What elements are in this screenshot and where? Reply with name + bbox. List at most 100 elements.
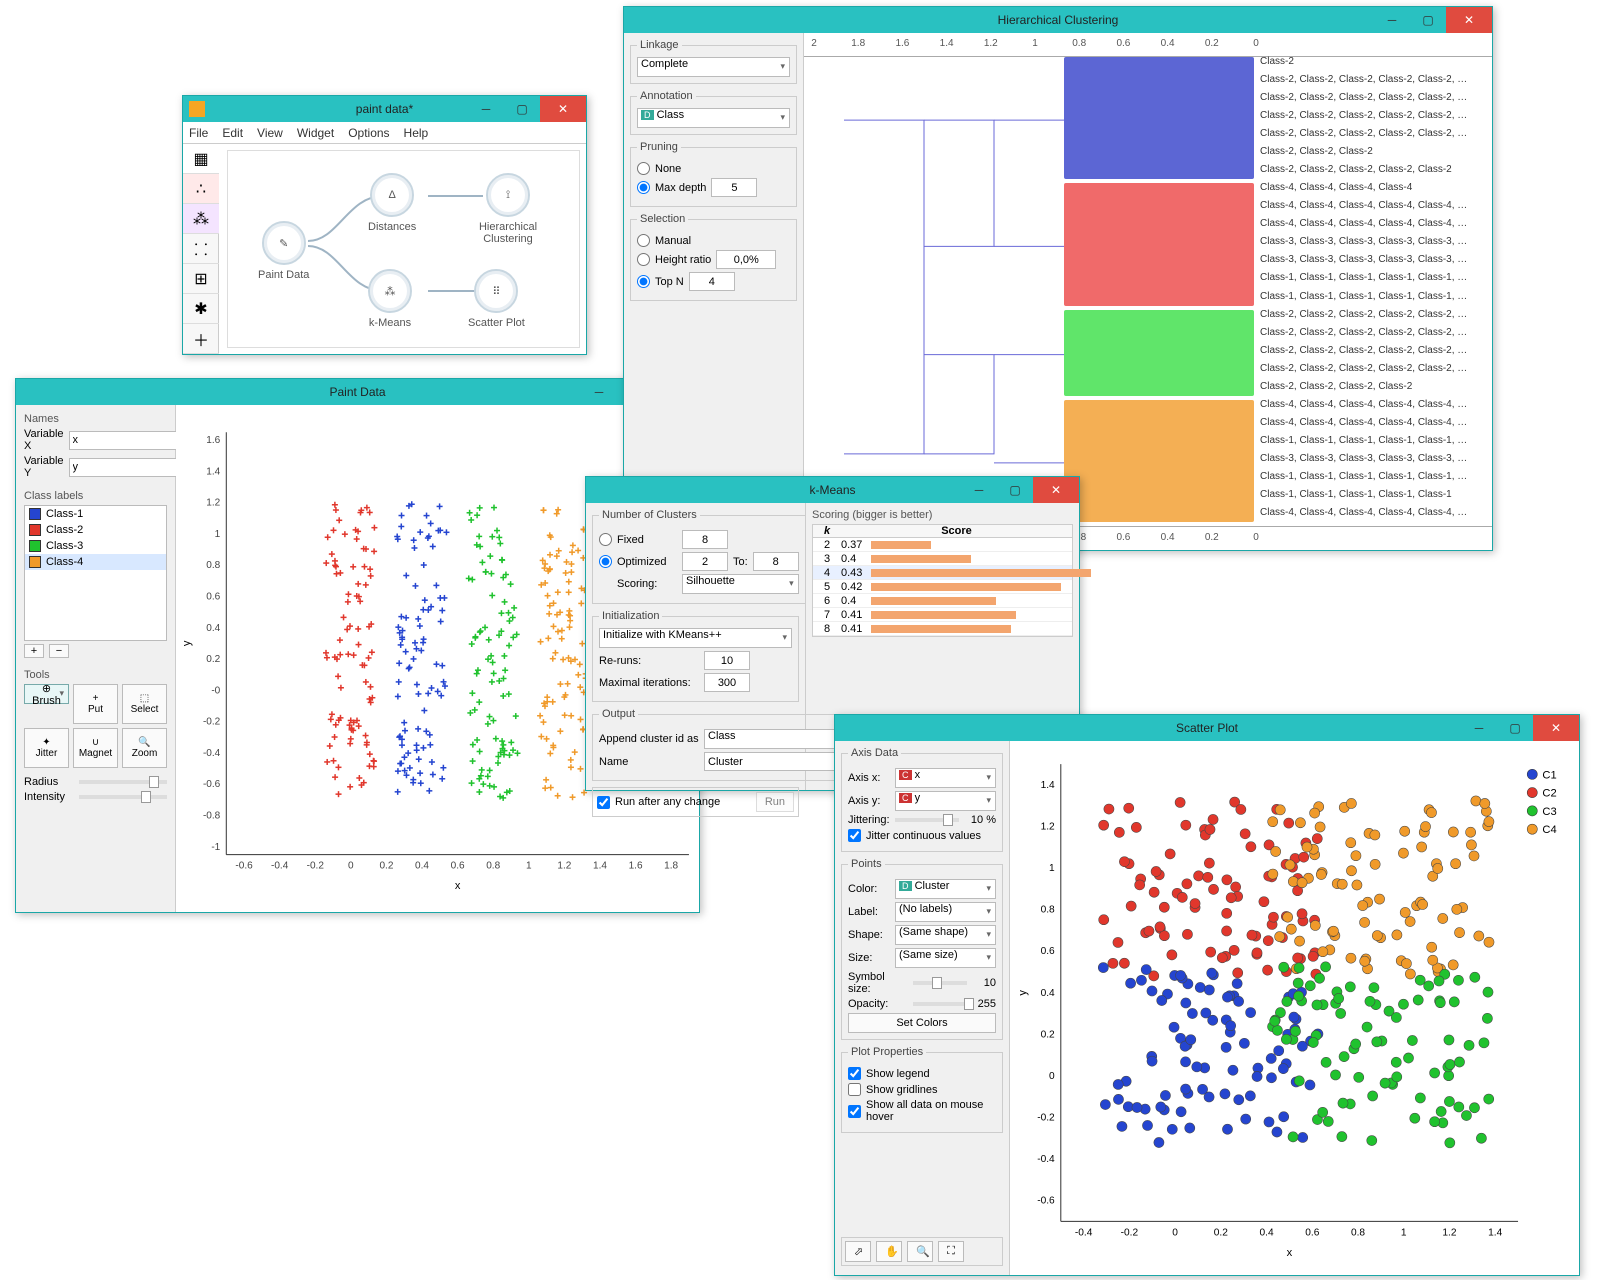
dendrogram[interactable]: 21.81.61.41.210.80.60.40.20 Class-2Class…: [804, 33, 1492, 550]
sel-hr-radio[interactable]: [637, 253, 650, 266]
showhover-check[interactable]: [848, 1105, 861, 1118]
optimized-radio[interactable]: [599, 555, 612, 568]
opt-to-input[interactable]: [753, 552, 799, 571]
score-row[interactable]: 4 0.43: [813, 566, 1072, 580]
class-row[interactable]: Class-4: [25, 554, 166, 570]
color-select[interactable]: D Cluster: [895, 879, 996, 899]
scatter-plot[interactable]: -0.4-0.200.20.40.60.811.21.4-0.6-0.4-0.2…: [1010, 741, 1579, 1275]
canvas[interactable]: ✎ Paint Data Δ Distances ⟟ Hierarchical …: [227, 150, 580, 348]
tool-jitter[interactable]: ✦Jitter: [24, 728, 69, 768]
label-select[interactable]: (No labels): [895, 902, 996, 922]
close-button[interactable]: ✕: [540, 96, 586, 122]
menu-help[interactable]: Help: [404, 126, 429, 140]
maxiter-input[interactable]: [704, 673, 750, 692]
sel-topn-radio[interactable]: [637, 275, 650, 288]
score-row[interactable]: 7 0.41: [813, 608, 1072, 622]
pointer-tool[interactable]: ⬀: [845, 1241, 871, 1262]
run-button[interactable]: Run: [756, 792, 794, 812]
shape-select[interactable]: (Same shape): [895, 925, 996, 945]
scatter-window[interactable]: Scatter Plot ─ ▢ ✕ Axis Data Axis x:C x …: [834, 714, 1580, 1276]
tool-zoom[interactable]: 🔍Zoom: [122, 728, 167, 768]
init-select[interactable]: Initialize with KMeans++: [599, 628, 792, 648]
node-kmeans[interactable]: ⁂ k-Means: [368, 269, 412, 329]
pan-tool[interactable]: ✋: [876, 1241, 902, 1262]
annotation-select[interactable]: D Class: [637, 108, 790, 128]
pruning-none-radio[interactable]: [637, 162, 650, 175]
setcolors-button[interactable]: Set Colors: [848, 1013, 996, 1033]
hier-window[interactable]: Hierarchical Clustering ─ ▢ ✕ Linkage Co…: [623, 6, 1493, 551]
menu-edit[interactable]: Edit: [222, 126, 243, 140]
score-row[interactable]: 3 0.4: [813, 552, 1072, 566]
close-button[interactable]: ✕: [1533, 715, 1579, 741]
titlebar[interactable]: Hierarchical Clustering ─ ▢ ✕: [624, 7, 1492, 33]
minimize-button[interactable]: ─: [961, 477, 997, 503]
class-row[interactable]: Class-2: [25, 522, 166, 538]
axisx-select[interactable]: C x: [895, 768, 996, 788]
tool-magnet[interactable]: ∪Magnet: [73, 728, 118, 768]
add-class-button[interactable]: +: [24, 644, 44, 658]
class-row[interactable]: Class-3: [25, 538, 166, 554]
fixed-radio[interactable]: [599, 533, 612, 546]
linkage-select[interactable]: Complete: [637, 57, 790, 77]
node-distances[interactable]: Δ Distances: [368, 173, 416, 233]
intensity-slider[interactable]: [79, 795, 167, 799]
maximize-button[interactable]: ▢: [504, 96, 540, 122]
score-row[interactable]: 6 0.4: [813, 594, 1072, 608]
node-paintdata[interactable]: ✎ Paint Data: [258, 221, 309, 281]
showlegend-check[interactable]: [848, 1067, 861, 1080]
append-select[interactable]: Class: [704, 729, 854, 749]
node-hc[interactable]: ⟟ Hierarchical Clustering: [468, 173, 548, 245]
zoom-tool[interactable]: 🔍: [907, 1241, 933, 1262]
fixed-input[interactable]: [682, 530, 728, 549]
maximize-button[interactable]: ▢: [997, 477, 1033, 503]
sel-manual-radio[interactable]: [637, 234, 650, 247]
reruns-input[interactable]: [704, 651, 750, 670]
menu-view[interactable]: View: [257, 126, 283, 140]
score-row[interactable]: 8 0.41: [813, 622, 1072, 636]
menu-file[interactable]: File: [189, 126, 208, 140]
close-button[interactable]: ✕: [1033, 477, 1079, 503]
axisy-select[interactable]: C y: [895, 791, 996, 811]
remove-class-button[interactable]: −: [49, 644, 69, 658]
tool-brush[interactable]: ⊕Brush: [24, 684, 69, 704]
pruning-maxdepth-radio[interactable]: [637, 181, 650, 194]
close-button[interactable]: ✕: [1446, 7, 1492, 33]
hr-input[interactable]: [716, 250, 776, 269]
class-row[interactable]: Class-1: [25, 506, 166, 522]
maximize-button[interactable]: ▢: [1410, 7, 1446, 33]
titlebar[interactable]: paint data* ─ ▢ ✕: [183, 96, 586, 122]
titlebar[interactable]: Scatter Plot ─ ▢ ✕: [835, 715, 1579, 741]
run-check[interactable]: [597, 796, 610, 809]
titlebar[interactable]: Paint Data ─ ▢ ✕: [16, 379, 699, 405]
tool-put[interactable]: +Put: [73, 684, 118, 724]
minimize-button[interactable]: ─: [1374, 7, 1410, 33]
tool-select[interactable]: ⬚Select: [122, 684, 167, 724]
titlebar[interactable]: k-Means ─ ▢ ✕: [586, 477, 1079, 503]
maximize-button[interactable]: ▢: [1497, 715, 1533, 741]
size-select[interactable]: (Same size): [895, 948, 996, 968]
score-row[interactable]: 5 0.42: [813, 580, 1072, 594]
minimize-button[interactable]: ─: [468, 96, 504, 122]
menu-options[interactable]: Options: [348, 126, 389, 140]
workflow-window[interactable]: paint data* ─ ▢ ✕ File Edit View Widget …: [182, 95, 587, 355]
svg-text:1.2: 1.2: [1041, 822, 1055, 833]
widget-palette[interactable]: ▦ ∴ ⁂ ⸬ ⊞ ✱ ＋: [183, 144, 219, 354]
jitterchk[interactable]: [848, 829, 861, 842]
opt-from-input[interactable]: [682, 552, 728, 571]
maxdepth-input[interactable]: [711, 178, 757, 197]
node-scatter[interactable]: ⠿ Scatter Plot: [468, 269, 525, 329]
points-label: Points: [848, 858, 885, 870]
jitter-slider[interactable]: [895, 818, 959, 822]
reset-tool[interactable]: ⛶: [938, 1241, 964, 1262]
svg-text:0: 0: [1049, 1071, 1055, 1082]
score-row[interactable]: 2 0.37: [813, 538, 1072, 552]
minimize-button[interactable]: ─: [581, 379, 617, 405]
topn-input[interactable]: [689, 272, 735, 291]
menu-widget[interactable]: Widget: [297, 126, 334, 140]
radius-slider[interactable]: [79, 780, 167, 784]
symsize-slider[interactable]: [913, 981, 967, 985]
minimize-button[interactable]: ─: [1461, 715, 1497, 741]
scoring-select[interactable]: Silhouette: [682, 574, 799, 594]
showgrid-check[interactable]: [848, 1083, 861, 1096]
opacity-slider[interactable]: [913, 1002, 967, 1006]
